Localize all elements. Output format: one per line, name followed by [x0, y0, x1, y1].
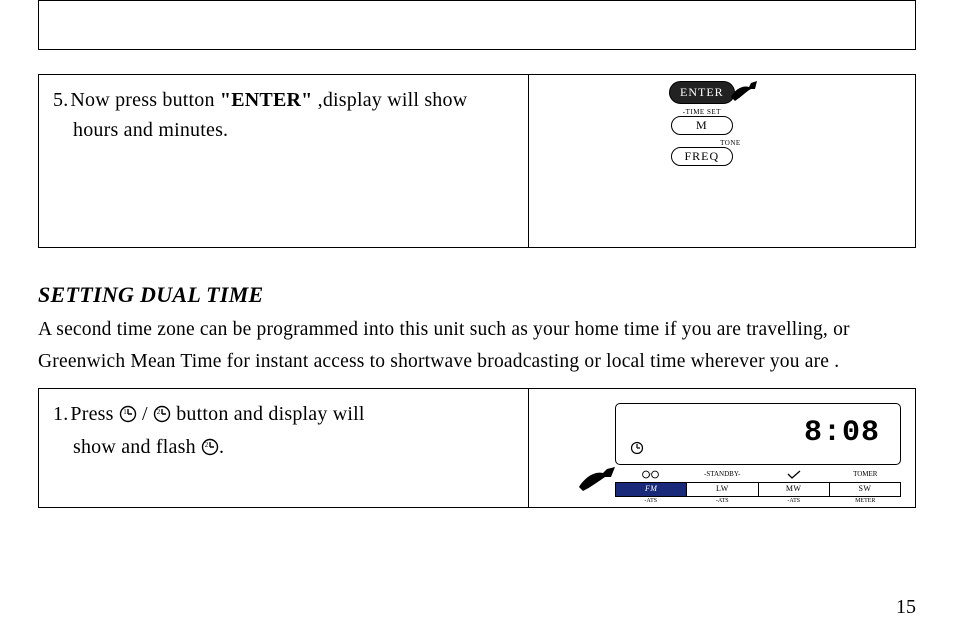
lcd-unit: 8:08 / -STANDBY- TOMER FM LW MW SW -ATS: [615, 403, 901, 505]
step1-line2: show and flash 2.: [53, 432, 514, 465]
step1-a: Press: [70, 403, 118, 425]
step5-l1a: Now press button: [70, 89, 220, 111]
freq-button: FREQ: [671, 147, 733, 166]
lbl-standby: -STANDBY-: [687, 469, 759, 482]
clock2-icon: 2: [153, 402, 171, 432]
clock1-icon: 1: [119, 402, 137, 432]
step1-l2a: show and flash: [73, 436, 201, 458]
empty-header-box: [38, 0, 916, 50]
step5-l1b: ,display will show: [312, 89, 467, 111]
lcd-screen: 8:08: [615, 403, 901, 465]
step5-number: 5.: [53, 89, 68, 111]
step1-sep: /: [137, 403, 153, 425]
hand-icon-2: [577, 465, 617, 493]
sub-ats1: -ATS: [615, 497, 687, 505]
section-desc: A second time zone can be programmed int…: [38, 314, 916, 378]
svg-text:1: 1: [123, 408, 127, 416]
sub-row: -ATS -ATS -ATS METER: [615, 497, 901, 505]
hand-icon: [727, 79, 761, 105]
enter-button: ENTER: [669, 81, 735, 104]
step1-l2b: .: [219, 436, 224, 458]
svg-text:2: 2: [205, 441, 209, 449]
step5-enter: "ENTER": [220, 89, 313, 111]
button-stack: ENTER -TIME SET M TONE FREQ: [669, 81, 735, 166]
step5-l2: hours and minutes.: [53, 115, 514, 145]
step1-b: button and display will: [171, 403, 365, 425]
lcd-clock-icon: [630, 441, 644, 460]
step1-text: 1.Press 1 / 2 button and display will sh…: [39, 389, 529, 507]
band-sw: SW: [830, 482, 901, 497]
band-fm: FM: [615, 482, 687, 497]
band-mw: MW: [759, 482, 830, 497]
svg-text:2: 2: [157, 408, 161, 416]
tone-label: TONE: [720, 139, 741, 147]
sub-ats2: -ATS: [687, 497, 759, 505]
sub-meter: METER: [830, 497, 902, 505]
svg-text:/: /: [649, 473, 651, 479]
lcd-time: 8:08: [804, 416, 880, 450]
lbl-dual: /: [615, 469, 687, 482]
band-row: FM LW MW SW: [615, 482, 901, 497]
step5-row: 5.Now press button "ENTER" ,display will…: [38, 74, 916, 248]
lbl-ws: [758, 469, 830, 482]
step1-illustration: 8:08 / -STANDBY- TOMER FM LW MW SW -ATS: [529, 389, 915, 507]
step1-row: 1.Press 1 / 2 button and display will sh…: [38, 388, 916, 508]
step5-text: 5.Now press button "ENTER" ,display will…: [39, 75, 529, 247]
step5-illustration: ENTER -TIME SET M TONE FREQ: [529, 75, 915, 247]
sub-ats3: -ATS: [758, 497, 830, 505]
page-number: 15: [896, 596, 916, 619]
time-set-label: -TIME SET: [683, 108, 721, 116]
lbl-tomer: TOMER: [830, 469, 902, 482]
lcd-label-row: / -STANDBY- TOMER: [615, 469, 901, 482]
step1-number: 1.: [53, 403, 68, 425]
clock2b-icon: 2: [201, 435, 219, 465]
section-title: SETTING DUAL TIME: [38, 282, 916, 308]
band-lw: LW: [687, 482, 758, 497]
m-button: M: [671, 116, 733, 135]
